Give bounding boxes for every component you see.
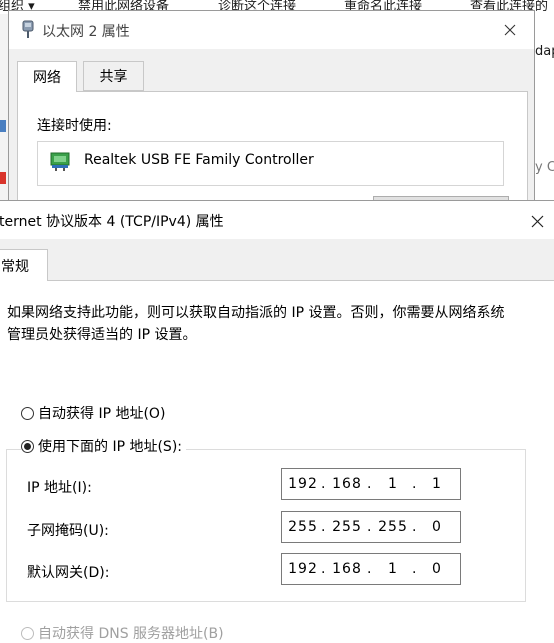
ethernet-properties-window: 以太网 2 属性 网络 共享 连接时使用: Realtek USB FE Fam… (8, 10, 535, 207)
ip-dot: . (412, 561, 418, 577)
ethernet-tab-panel: 连接时使用: Realtek USB FE Family Controller (17, 91, 528, 207)
ip-address-input[interactable]: 192 . 168 . 1 . 1 (281, 468, 461, 500)
network-adapter-icon (22, 20, 34, 38)
background-right-strip (535, 14, 554, 206)
background-adapter-text: dapt (535, 44, 554, 59)
mask-octet-1: 255 (288, 519, 318, 535)
adapter-box[interactable]: Realtek USB FE Family Controller (37, 141, 504, 186)
use-static-ip-option[interactable]: 使用下面的 IP 地址(S): (21, 436, 186, 456)
default-gateway-input[interactable]: 192 . 168 . 1 . 0 (281, 553, 461, 585)
mask-octet-3: 255 (378, 519, 408, 535)
ip-octet-2: 168 (332, 476, 362, 492)
auto-dns-option[interactable]: 自动获得 DNS 服务器地址(B) (21, 623, 224, 643)
ip-dot: . (367, 561, 373, 577)
network-card-icon (50, 152, 70, 171)
ip-octet-3: 1 (388, 476, 398, 492)
close-icon (531, 215, 543, 227)
ip-dot: . (321, 561, 327, 577)
default-gateway-label: 默认网关(D): (27, 565, 110, 581)
tab-general[interactable]: 常规 (0, 249, 48, 281)
background-left-strip (0, 14, 8, 206)
mask-octet-2: 255 (332, 519, 362, 535)
network-icon-fragment (0, 120, 6, 132)
auto-dns-radio[interactable] (21, 626, 34, 640)
auto-ip-radio[interactable] (21, 406, 34, 420)
tab-sharing[interactable]: 共享 (83, 61, 144, 91)
ip-octet-4: 1 (432, 476, 442, 492)
subnet-mask-label: 子网掩码(U): (27, 523, 109, 539)
ip-dot: . (367, 476, 373, 492)
gateway-octet-3: 1 (388, 561, 398, 577)
auto-ip-option[interactable]: 自动获得 IP 地址(O) (21, 403, 165, 423)
use-static-ip-radio[interactable] (21, 439, 34, 453)
ipv4-properties-window: ternet 协议版本 4 (TCP/IPv4) 属性 常规 如果网络支持此功能… (0, 200, 554, 643)
ipv4-description: 如果网络支持此功能，则可以获取自动指派的 IP 设置。否则，你需要从网络系统管理… (7, 305, 505, 343)
ip-dot: . (321, 476, 327, 492)
ip-dot: . (321, 519, 327, 535)
gateway-octet-1: 192 (288, 561, 318, 577)
mask-octet-4: 0 (432, 519, 442, 535)
use-static-ip-label: 使用下面的 IP 地址(S): (38, 439, 182, 455)
ip-dot: . (412, 519, 418, 535)
ipv4-close-button[interactable] (522, 207, 552, 235)
auto-ip-label: 自动获得 IP 地址(O) (38, 406, 166, 422)
error-icon-fragment (0, 172, 6, 184)
tab-network[interactable]: 网络 (17, 61, 77, 92)
auto-dns-label: 自动获得 DNS 服务器地址(B) (38, 626, 224, 642)
ip-address-label: IP 地址(I): (27, 480, 92, 496)
ip-dot: . (367, 519, 373, 535)
background-side-text: y C (535, 160, 554, 175)
close-icon (504, 24, 516, 36)
ethernet-window-title: 以太网 2 属性 (42, 24, 130, 40)
ip-octet-1: 192 (288, 476, 318, 492)
adapter-name: Realtek USB FE Family Controller (84, 152, 314, 168)
ipv4-window-title: ternet 协议版本 4 (TCP/IPv4) 属性 (0, 214, 224, 230)
subnet-mask-input[interactable]: 255 . 255 . 255 . 0 (281, 511, 461, 543)
gateway-octet-4: 0 (432, 561, 442, 577)
gateway-octet-2: 168 (332, 561, 362, 577)
ethernet-titlebar: 以太网 2 属性 (9, 11, 534, 49)
ipv4-titlebar: ternet 协议版本 4 (TCP/IPv4) 属性 (0, 201, 554, 239)
connect-using-label: 连接时使用: (37, 118, 112, 134)
ethernet-close-button[interactable] (493, 15, 527, 45)
ip-dot: . (412, 476, 418, 492)
ipv4-general-panel: 如果网络支持此功能，则可以获取自动指派的 IP 设置。否则，你需要从网络系统管理… (0, 280, 554, 643)
